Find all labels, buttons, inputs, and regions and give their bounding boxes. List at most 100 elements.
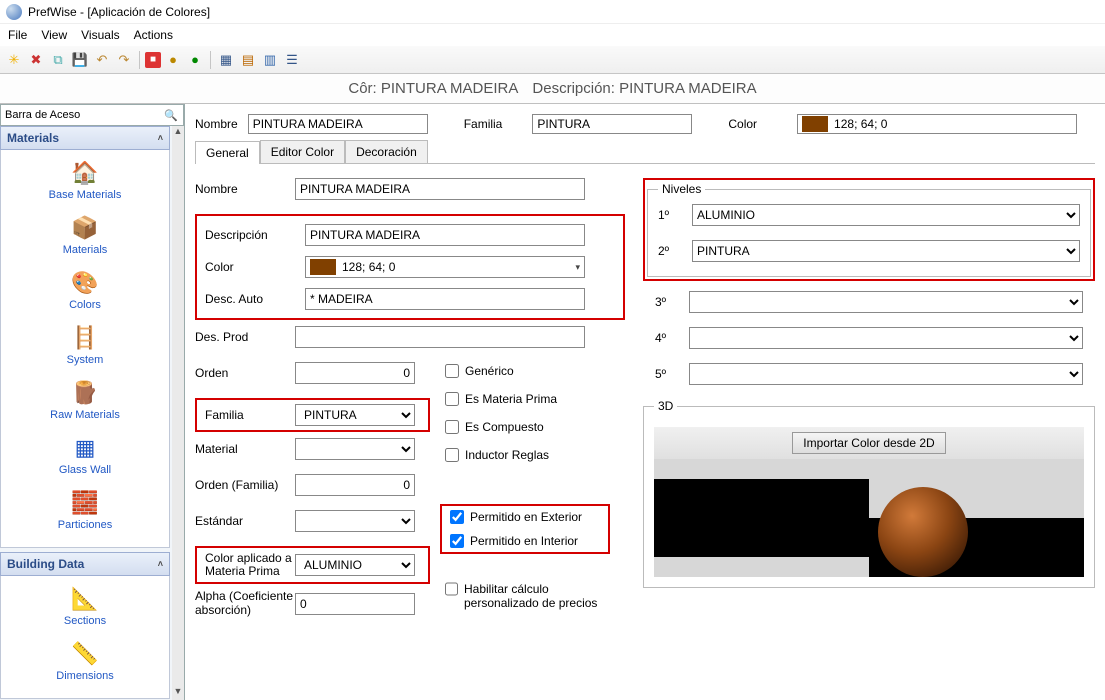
top-fields: Nombre Familia Color 128; 64; 0 xyxy=(195,104,1095,140)
3d-fieldset: 3D Importar Color desde 2D xyxy=(643,399,1095,588)
tb-palette-icon[interactable]: ▥ xyxy=(260,50,280,70)
highlight-familia: Familia PINTURA xyxy=(195,398,430,432)
tab-decoracion[interactable]: Decoración xyxy=(345,140,428,163)
nombre-input[interactable] xyxy=(295,178,585,200)
nivel2-select[interactable]: PINTURA xyxy=(692,240,1080,262)
import-color-button[interactable]: Importar Color desde 2D xyxy=(792,432,945,454)
nivel3-label: 3º xyxy=(655,295,675,309)
top-nombre-input[interactable] xyxy=(248,114,428,134)
tb-list-icon[interactable]: ☰ xyxy=(282,50,302,70)
nivel1-select[interactable]: ALUMINIO xyxy=(692,204,1080,226)
left-column: Nombre Descripción Color 128; 64; 0 ▾ xyxy=(195,178,625,631)
window-title: PrefWise - [Aplicación de Colores] xyxy=(28,5,210,19)
menu-visuals[interactable]: Visuals xyxy=(81,28,119,42)
nav-colors[interactable]: 🎨Colors xyxy=(1,266,169,321)
nivel4-label: 4º xyxy=(655,331,675,345)
top-familia-input[interactable] xyxy=(532,114,692,134)
search-icon[interactable]: 🔍 xyxy=(163,107,179,123)
check-materia-prima[interactable] xyxy=(445,392,459,406)
nav-system[interactable]: 🪜System xyxy=(1,321,169,376)
preview-canvas xyxy=(654,459,1084,577)
nivel5-label: 5º xyxy=(655,367,675,381)
house-icon: 🏠 xyxy=(70,158,100,188)
tb-layers-icon[interactable]: ▤ xyxy=(238,50,258,70)
menu-actions[interactable]: Actions xyxy=(134,28,173,42)
nav-base-materials[interactable]: 🏠Base Materials xyxy=(1,156,169,211)
nav-materials[interactable]: 📦Materials xyxy=(1,211,169,266)
descripcion-input[interactable] xyxy=(305,224,585,246)
panel-materials-header[interactable]: Materials ˄ xyxy=(0,126,170,150)
color-label: Color xyxy=(205,260,305,274)
nav-search-input[interactable] xyxy=(5,109,163,121)
header-desc-label: Descripción: xyxy=(532,80,615,97)
coloraplicado-select[interactable]: ALUMINIO xyxy=(295,554,415,576)
nav-search[interactable]: 🔍 xyxy=(0,104,184,126)
desprod-input[interactable] xyxy=(295,326,585,348)
nav-particiones[interactable]: 🧱Particiones xyxy=(1,486,169,541)
chevron-down-icon: ▾ xyxy=(575,262,580,273)
box-icon: 📦 xyxy=(70,213,100,243)
header-cor-value: PINTURA MADEIRA xyxy=(381,80,519,97)
familia-select[interactable]: PINTURA xyxy=(295,404,415,426)
orden-label: Orden xyxy=(195,366,295,380)
tb-new-icon[interactable]: ✳ xyxy=(4,50,24,70)
nav-sections[interactable]: 📐Sections xyxy=(1,582,169,637)
coloraplicado-label: Color aplicado a Materia Prima xyxy=(205,552,295,578)
check-habilitar-precios[interactable] xyxy=(445,582,458,596)
tb-undo-icon[interactable]: ↶ xyxy=(92,50,112,70)
check-inductor[interactable] xyxy=(445,448,459,462)
tb-copy-icon[interactable]: ⧉ xyxy=(48,50,68,70)
toolbar: ✳ ✖ ⧉ 💾 ↶ ↷ ■ ● ● ▦ ▤ ▥ ☰ xyxy=(0,46,1105,74)
top-nombre-label: Nombre xyxy=(195,117,238,131)
nav-raw-materials[interactable]: 🪵Raw Materials xyxy=(1,376,169,431)
nivel4-select[interactable] xyxy=(689,327,1083,349)
color-swatch xyxy=(802,116,828,132)
menu-view[interactable]: View xyxy=(41,28,67,42)
tb-ball2-icon[interactable]: ● xyxy=(185,50,205,70)
check-generico[interactable] xyxy=(445,364,459,378)
familia-label: Familia xyxy=(205,408,295,422)
tb-stop-icon[interactable]: ■ xyxy=(145,52,161,68)
toolbar-separator xyxy=(210,51,211,69)
top-color-field[interactable]: 128; 64; 0 xyxy=(797,114,1077,134)
general-panel: Nombre Descripción Color 128; 64; 0 ▾ xyxy=(195,164,1095,631)
tb-save-icon[interactable]: 💾 xyxy=(70,50,90,70)
check-exterior[interactable] xyxy=(450,510,464,524)
check-interior[interactable] xyxy=(450,534,464,548)
highlight-niveles: Niveles 1ºALUMINIO 2ºPINTURA xyxy=(643,178,1095,281)
nivel5-select[interactable] xyxy=(689,363,1083,385)
estandar-select[interactable] xyxy=(295,510,415,532)
menu-file[interactable]: File xyxy=(8,28,27,42)
nav-glass-wall[interactable]: ▦Glass Wall xyxy=(1,431,169,486)
scroll-up-icon[interactable]: ▲ xyxy=(172,126,184,140)
nav-dimensions[interactable]: 📏Dimensions xyxy=(1,637,169,692)
panel-building-body: 📐Sections 📏Dimensions xyxy=(0,576,170,699)
tab-editor-color[interactable]: Editor Color xyxy=(260,140,345,163)
ordenfam-input[interactable] xyxy=(295,474,415,496)
panel-building-header[interactable]: Building Data ˄ xyxy=(0,552,170,576)
color-picker[interactable]: 128; 64; 0 ▾ xyxy=(305,256,585,278)
descauto-input[interactable] xyxy=(305,288,585,310)
preview-toolbar: Importar Color desde 2D xyxy=(654,427,1084,459)
row-habilitar: Habilitar cálculo personalizado de preci… xyxy=(445,582,615,611)
material-select[interactable] xyxy=(295,438,415,460)
tb-ball1-icon[interactable]: ● xyxy=(163,50,183,70)
tb-grid-icon[interactable]: ▦ xyxy=(216,50,236,70)
tb-redo-icon[interactable]: ↷ xyxy=(114,50,134,70)
orden-input[interactable] xyxy=(295,362,415,384)
desprod-label: Des. Prod xyxy=(195,330,295,344)
frame-icon: 🪜 xyxy=(70,323,100,353)
tab-general[interactable]: General xyxy=(195,141,260,164)
alpha-input[interactable] xyxy=(295,593,415,615)
nivel3-select[interactable] xyxy=(689,291,1083,313)
nav-scrollbar[interactable]: ▲ ▼ xyxy=(172,126,184,700)
highlight-color-aplicado: Color aplicado a Materia Prima ALUMINIO xyxy=(195,546,430,584)
partition-icon: 🧱 xyxy=(70,488,100,518)
color-swatch-sm xyxy=(310,259,336,275)
tb-delete-icon[interactable]: ✖ xyxy=(26,50,46,70)
checks-column: Genérico Es Materia Prima Es Compuesto I… xyxy=(445,364,557,476)
check-compuesto[interactable] xyxy=(445,420,459,434)
descripcion-label: Descripción xyxy=(205,228,305,242)
scroll-down-icon[interactable]: ▼ xyxy=(172,686,184,700)
palette-icon: 🎨 xyxy=(70,268,100,298)
